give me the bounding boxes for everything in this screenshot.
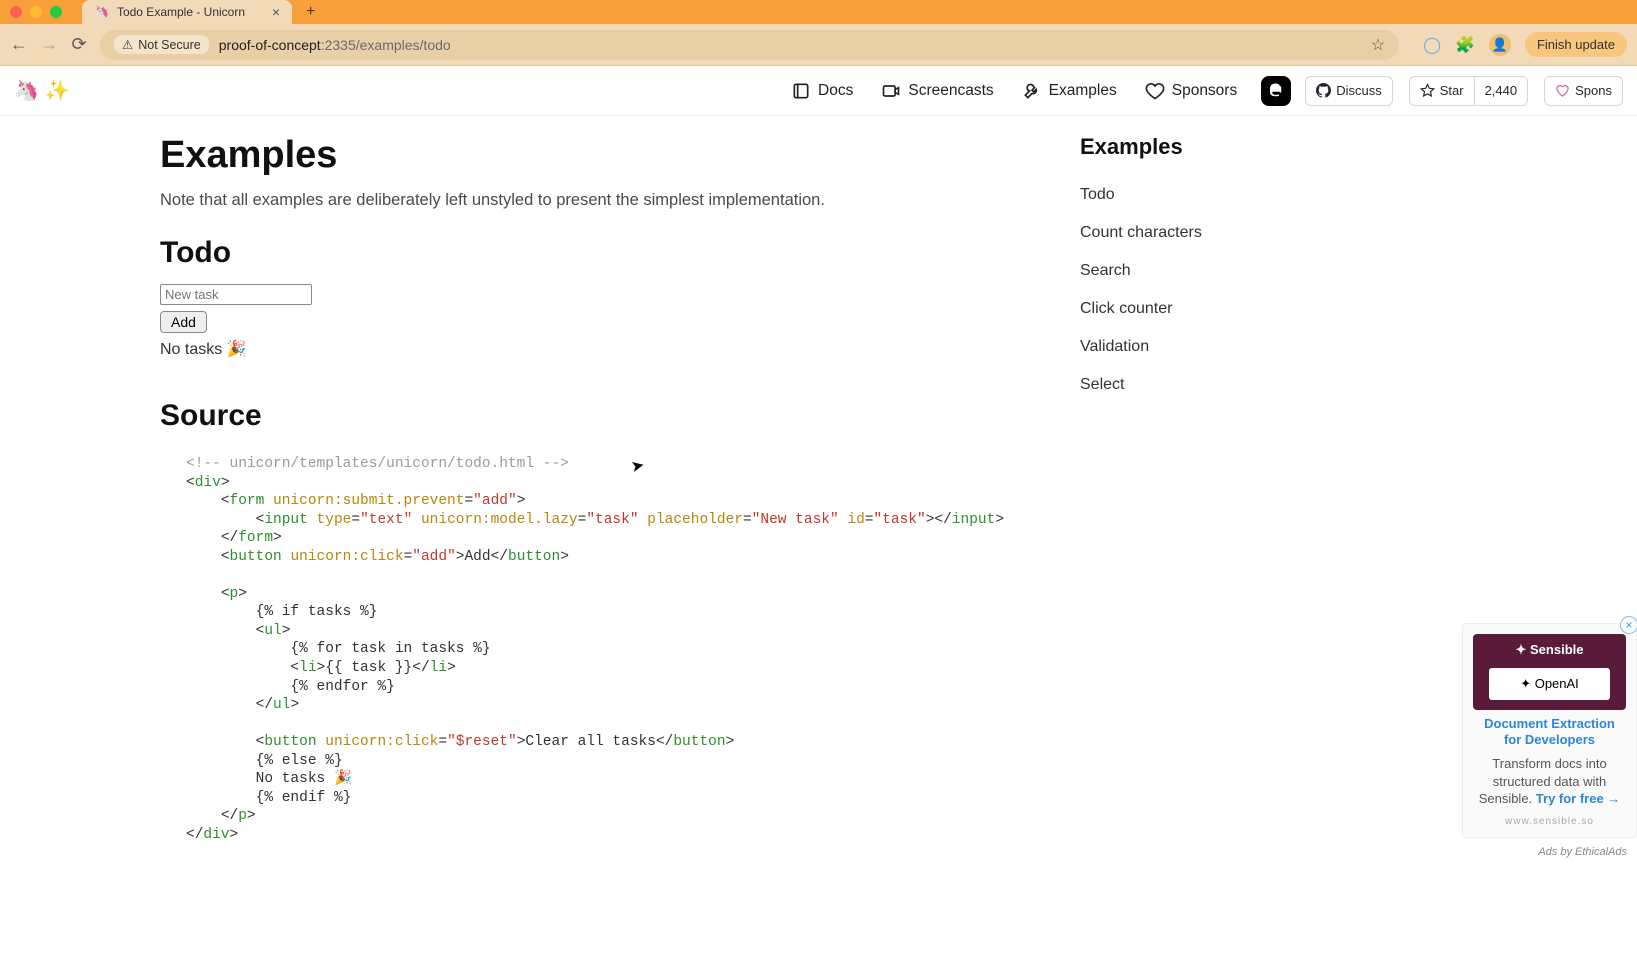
window-controls xyxy=(10,6,62,18)
nav-sponsors[interactable]: Sponsors xyxy=(1135,75,1247,107)
star-count: 2,440 xyxy=(1474,77,1528,105)
new-tab-button[interactable]: + xyxy=(306,3,315,21)
todo-heading: Todo xyxy=(160,236,940,270)
sidebar-item-click-counter[interactable]: Click counter xyxy=(1080,290,1330,328)
browser-tab[interactable]: 🦄 Todo Example - Unicorn × xyxy=(82,0,292,24)
window-minimize[interactable] xyxy=(30,6,42,18)
ad-attribution[interactable]: Ads by EthicalAds xyxy=(1538,846,1627,858)
sidebar-item-validation[interactable]: Validation xyxy=(1080,328,1330,366)
site-logo[interactable]: 🦄 ✨ xyxy=(14,78,69,103)
url-text: proof-of-concept:2335/examples/todo xyxy=(219,37,451,53)
warning-icon: ⚠ xyxy=(122,37,133,52)
tab-title: Todo Example - Unicorn xyxy=(117,5,245,19)
sidebar-item-select[interactable]: Select xyxy=(1080,366,1330,404)
toolbar-right: ◯ 🧩 👤 Finish update xyxy=(1423,32,1627,57)
page-content: Examples Note that all examples are deli… xyxy=(0,116,1637,958)
address-bar[interactable]: ⚠ Not Secure proof-of-concept:2335/examp… xyxy=(100,30,1399,60)
reload-button[interactable]: ⟳ xyxy=(70,34,88,55)
browser-tab-strip: 🦄 Todo Example - Unicorn × + xyxy=(0,0,1637,24)
book-icon xyxy=(791,81,811,101)
wrench-icon xyxy=(1022,81,1042,101)
ad-close-icon[interactable]: × xyxy=(1620,616,1637,634)
heart-icon xyxy=(1555,83,1570,98)
nav-examples[interactable]: Examples xyxy=(1012,75,1127,107)
sidebar-item-todo[interactable]: Todo xyxy=(1080,176,1330,214)
ad-body: Transform docs into structured data with… xyxy=(1473,755,1626,808)
back-button[interactable]: ← xyxy=(10,34,28,55)
sidebar-item-count-characters[interactable]: Count characters xyxy=(1080,214,1330,252)
forward-button[interactable]: → xyxy=(40,34,58,55)
nav-screencasts[interactable]: Screencasts xyxy=(871,75,1003,107)
window-close[interactable] xyxy=(10,6,22,18)
extensions-puzzle-icon[interactable]: 🧩 xyxy=(1455,35,1475,55)
ad-cta[interactable]: Try for free → xyxy=(1536,791,1621,806)
security-chip[interactable]: ⚠ Not Secure xyxy=(114,35,209,54)
github-icon xyxy=(1316,83,1331,98)
add-button[interactable]: Add xyxy=(160,311,207,333)
heart-icon xyxy=(1145,81,1165,101)
tab-close-icon[interactable]: × xyxy=(272,4,280,20)
sidebar: Examples Todo Count characters Search Cl… xyxy=(1080,134,1330,404)
page-subtitle: Note that all examples are deliberately … xyxy=(160,191,940,210)
window-maximize[interactable] xyxy=(50,6,62,18)
video-icon xyxy=(881,81,901,101)
tab-favicon: 🦄 xyxy=(94,5,109,19)
sidebar-heading: Examples xyxy=(1080,134,1330,160)
sidebar-item-search[interactable]: Search xyxy=(1080,252,1330,290)
extension-icon[interactable]: ◯ xyxy=(1423,35,1441,55)
ad-card: × ✦ Sensible ✦ OpenAI Document Extractio… xyxy=(1462,623,1637,838)
ad-brand: ✦ Sensible ✦ OpenAI xyxy=(1473,634,1626,710)
no-tasks-text: No tasks 🎉 xyxy=(160,339,940,359)
site-nav: 🦄 ✨ Docs Screencasts Examples Sponsors D… xyxy=(0,66,1637,116)
not-secure-label: Not Secure xyxy=(138,38,201,52)
github-star-button[interactable]: Star 2,440 xyxy=(1409,76,1528,106)
github-discuss-button[interactable]: Discuss xyxy=(1305,76,1393,106)
page-title: Examples xyxy=(160,134,940,177)
star-icon xyxy=(1420,83,1435,98)
nav-docs[interactable]: Docs xyxy=(781,75,863,107)
finish-update-chip[interactable]: Finish update xyxy=(1525,32,1627,57)
browser-toolbar: ← → ⟳ ⚠ Not Secure proof-of-concept:2335… xyxy=(0,24,1637,66)
main-column: Examples Note that all examples are deli… xyxy=(160,134,940,958)
bookmark-star-icon[interactable]: ☆ xyxy=(1371,35,1385,55)
mastodon-icon[interactable] xyxy=(1261,76,1291,106)
ad-url: www.sensible.so xyxy=(1473,816,1626,827)
profile-avatar-icon[interactable]: 👤 xyxy=(1489,34,1511,56)
github-sponsor-button[interactable]: Spons xyxy=(1544,76,1623,106)
source-heading: Source xyxy=(160,399,940,433)
source-code-block: <!-- unicorn/templates/unicorn/todo.html… xyxy=(186,455,940,844)
new-task-input[interactable] xyxy=(160,284,312,305)
ad-title[interactable]: Document Extraction for Developers xyxy=(1475,716,1624,750)
